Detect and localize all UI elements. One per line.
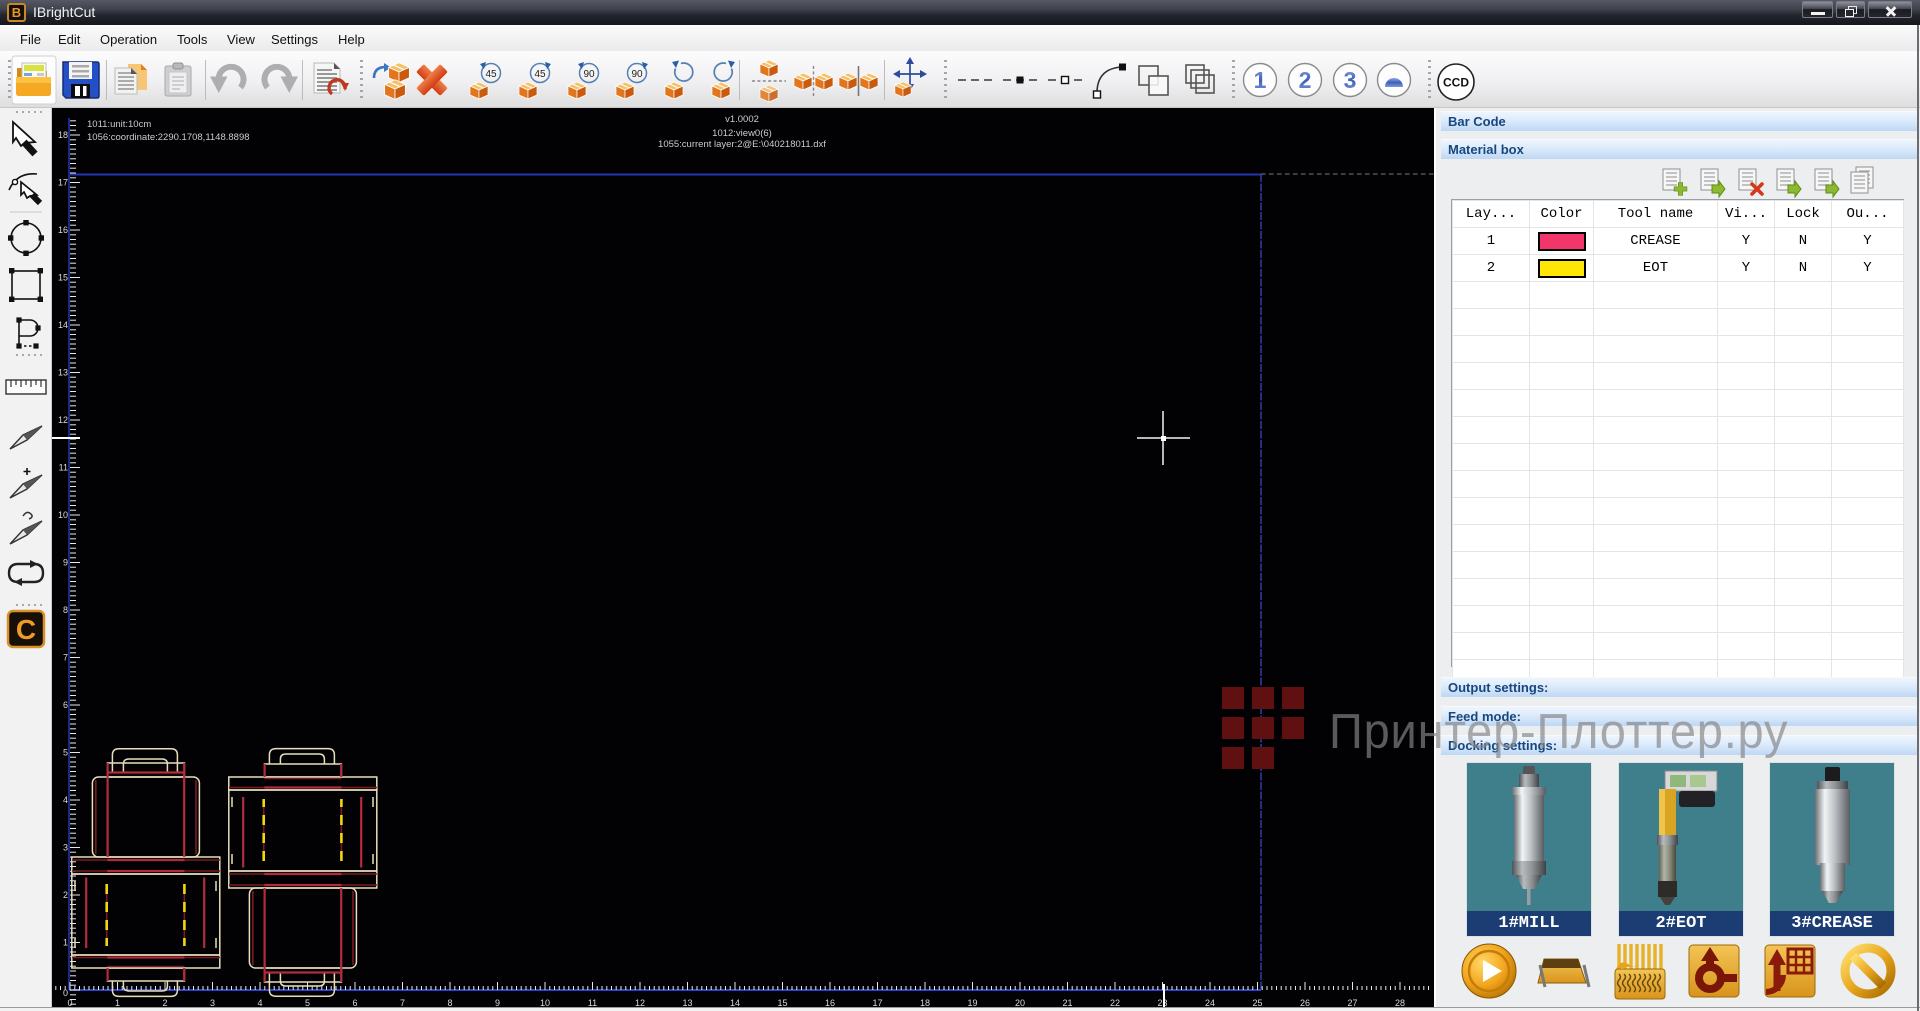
svg-text:24: 24 [1205,998,1215,1007]
svg-text:45: 45 [534,69,546,80]
svg-text:3: 3 [210,998,215,1007]
svg-text:17: 17 [872,998,882,1007]
svg-text:11: 11 [588,998,597,1007]
svg-text:1: 1 [1254,67,1267,93]
svg-text:0: 0 [63,988,68,998]
svg-text:22: 22 [1110,998,1120,1007]
svg-text:4: 4 [63,795,68,805]
svg-text:7: 7 [63,653,68,663]
svg-text:16: 16 [58,225,68,235]
svg-text:2: 2 [162,998,167,1007]
svg-text:6: 6 [63,700,68,710]
svg-text:6: 6 [352,998,357,1007]
svg-text:90: 90 [631,69,643,80]
svg-text:21: 21 [1062,998,1072,1007]
svg-text:11: 11 [59,463,68,473]
svg-text:10: 10 [540,998,550,1007]
svg-text:4: 4 [257,998,262,1007]
svg-text:18: 18 [920,998,930,1007]
svg-text:90: 90 [583,69,595,80]
svg-text:15: 15 [58,273,68,283]
svg-text:45: 45 [485,69,497,80]
svg-text:13: 13 [58,368,68,378]
svg-text:17: 17 [58,178,68,188]
svg-text:28: 28 [1395,998,1405,1007]
svg-text:5: 5 [63,748,68,758]
svg-text:27: 27 [1347,998,1357,1007]
svg-text:8: 8 [447,998,452,1007]
svg-text:16: 16 [825,998,835,1007]
svg-text:25: 25 [1252,998,1262,1007]
svg-text:2: 2 [1299,67,1312,93]
svg-text:12: 12 [635,998,645,1007]
svg-text:13: 13 [682,998,692,1007]
svg-text:8: 8 [63,605,68,615]
svg-text:14: 14 [730,998,740,1007]
svg-text:5: 5 [305,998,310,1007]
svg-text:CCD: CCD [1443,76,1469,90]
svg-text:C: C [16,614,36,645]
svg-text:18: 18 [58,130,68,140]
svg-text:19: 19 [967,998,977,1007]
svg-text:9: 9 [495,998,500,1007]
svg-text:15: 15 [777,998,787,1007]
svg-text:7: 7 [400,998,405,1007]
svg-text:9: 9 [63,558,68,568]
svg-text:2: 2 [63,890,68,900]
svg-text:3: 3 [1344,67,1357,93]
svg-text:1: 1 [63,938,68,948]
svg-text:14: 14 [58,320,68,330]
svg-text:3: 3 [63,843,68,853]
svg-text:1: 1 [115,998,120,1007]
svg-text:10: 10 [58,510,68,520]
svg-text:20: 20 [1015,998,1025,1007]
svg-text:12: 12 [58,415,68,425]
svg-text:26: 26 [1300,998,1310,1007]
svg-text:23: 23 [1157,998,1167,1007]
